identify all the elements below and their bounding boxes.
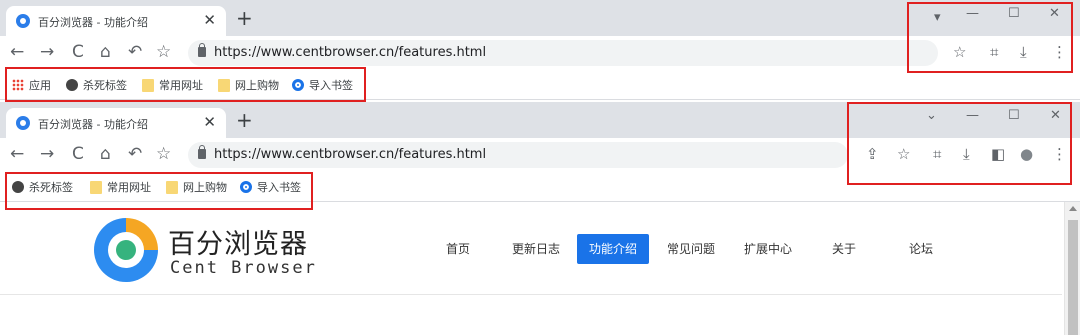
tab-active[interactable]: 百分浏览器 - 功能介绍 ✕: [6, 108, 226, 138]
tab-active[interactable]: 百分浏览器 - 功能介绍 ✕: [6, 6, 226, 36]
site-nav-changelog[interactable]: 更新日志: [512, 234, 560, 264]
tab-close-icon[interactable]: ✕: [203, 113, 216, 131]
star-icon[interactable]: ☆: [156, 42, 171, 62]
scroll-up-arrow-icon[interactable]: [1069, 206, 1077, 211]
address-bar[interactable]: https://www.centbrowser.cn/features.html: [188, 142, 848, 168]
forward-icon[interactable]: →: [40, 42, 54, 62]
home-icon[interactable]: ⌂: [100, 144, 111, 164]
tab-title: 百分浏览器 - 功能介绍: [38, 118, 148, 131]
reload-icon[interactable]: C: [72, 42, 84, 62]
undo-close-tab-icon[interactable]: ↶: [128, 144, 142, 164]
highlight-box-window-controls-new: [847, 102, 1072, 185]
site-nav-about[interactable]: 关于: [832, 234, 856, 264]
back-icon[interactable]: ←: [10, 144, 24, 164]
reload-icon[interactable]: C: [72, 144, 84, 164]
site-nav-features[interactable]: 功能介绍: [577, 234, 650, 264]
scrollbar-thumb[interactable]: [1068, 220, 1078, 335]
tab-title: 百分浏览器 - 功能介绍: [38, 16, 148, 29]
lock-icon[interactable]: [198, 145, 206, 159]
site-nav-home[interactable]: 首页: [446, 234, 470, 264]
logo-subtitle[interactable]: Cent Browser: [170, 258, 317, 278]
cent-browser-logo-icon[interactable]: [94, 218, 158, 282]
website-header: 百分浏览器 Cent Browser 首页 更新日志 功能介绍 常见问题 扩展中…: [0, 202, 1080, 335]
lock-icon[interactable]: [198, 43, 206, 57]
url-text[interactable]: https://www.centbrowser.cn/features.html: [214, 45, 486, 60]
url-text[interactable]: https://www.centbrowser.cn/features.html: [214, 147, 486, 162]
header-divider: [0, 294, 1062, 295]
page-scrollbar[interactable]: [1064, 202, 1080, 335]
back-icon[interactable]: ←: [10, 42, 24, 62]
site-nav-forum[interactable]: 论坛: [909, 234, 933, 264]
site-nav-faq[interactable]: 常见问题: [667, 234, 715, 264]
new-tab-button[interactable]: +: [236, 110, 253, 130]
cent-browser-favicon-icon: [16, 14, 30, 28]
undo-close-tab-icon[interactable]: ↶: [128, 42, 142, 62]
highlight-box-bookmarks-new: [5, 172, 313, 210]
cent-browser-favicon-icon: [16, 116, 30, 130]
tab-close-icon[interactable]: ✕: [203, 11, 216, 29]
highlight-box-window-controls-old: [907, 2, 1073, 73]
star-icon[interactable]: ☆: [156, 144, 171, 164]
forward-icon[interactable]: →: [40, 144, 54, 164]
new-tab-button[interactable]: +: [236, 8, 253, 28]
logo-title[interactable]: 百分浏览器: [168, 222, 308, 261]
address-bar[interactable]: https://www.centbrowser.cn/features.html: [188, 40, 938, 66]
home-icon[interactable]: ⌂: [100, 42, 111, 62]
highlight-box-bookmarks-old: [5, 67, 366, 102]
site-nav-extensions[interactable]: 扩展中心: [744, 234, 792, 264]
